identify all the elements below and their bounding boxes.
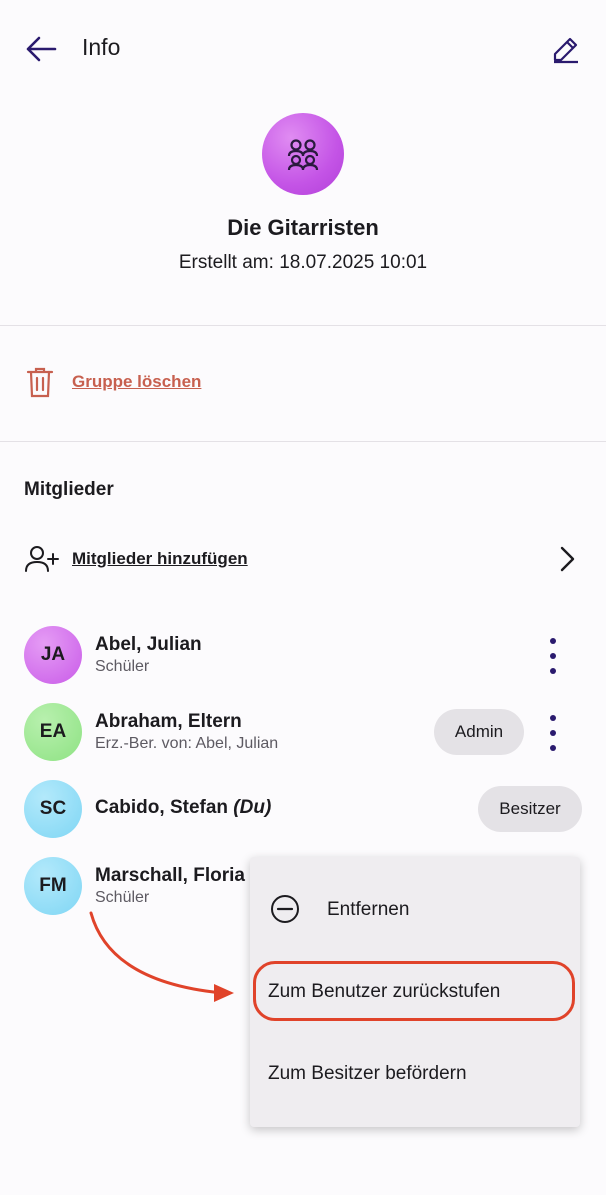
member-name: Abel, Julian (95, 634, 202, 655)
delete-group-label: Gruppe löschen (72, 372, 202, 391)
back-button[interactable] (20, 30, 62, 68)
avatar: FM (24, 857, 82, 915)
minus-circle-icon (271, 895, 299, 923)
role-badge-owner[interactable]: Besitzer (478, 786, 582, 832)
chevron-right-icon[interactable] (552, 544, 582, 574)
member-row[interactable]: JA Abel, Julian Schüler (0, 624, 606, 690)
trash-icon (26, 367, 54, 398)
member-row[interactable]: SC Cabido, Stefan (Du) Besitzer (0, 778, 606, 844)
created-label: Erstellt am: (178, 252, 274, 273)
edit-button[interactable] (545, 30, 587, 68)
member-name: Abraham, Eltern (95, 711, 242, 732)
member-row[interactable]: EA Abraham, Eltern Erz.-Ber. von: Abel, … (0, 701, 606, 767)
menu-item-remove[interactable]: Entfernen (250, 887, 580, 931)
avatar-initials: EA (39, 721, 67, 742)
add-person-icon (25, 546, 59, 572)
page-title: Info (82, 34, 121, 60)
divider (0, 441, 606, 442)
more-vert-icon[interactable] (543, 638, 563, 674)
created-date: Erstellt am: 18.07.2025 10:01 (0, 252, 606, 274)
menu-item-promote-label: Zum Besitzer befördern (268, 1063, 467, 1084)
member-name: Marschall, Floria (95, 865, 245, 886)
members-title: Mitglieder (24, 479, 114, 500)
arrow-left-icon (26, 36, 57, 62)
delete-group-button[interactable]: Gruppe löschen (26, 366, 201, 398)
member-role-text: Erz.-Ber. von: Abel, Julian (95, 735, 279, 752)
more-vert-icon[interactable] (543, 715, 563, 751)
role-badge-admin[interactable]: Admin (434, 709, 524, 755)
add-members-button[interactable]: Mitglieder hinzufügen (24, 544, 248, 574)
add-members-label: Mitglieder hinzufügen (72, 549, 248, 568)
avatar-initials: FM (39, 875, 67, 896)
avatar-initials: JA (40, 644, 66, 665)
avatar: SC (24, 780, 82, 838)
avatar: EA (24, 703, 82, 761)
divider (0, 325, 606, 326)
member-role-text: Schüler (95, 889, 150, 906)
created-value: 18.07.2025 10:01 (279, 252, 428, 273)
pencil-icon (553, 37, 578, 64)
avatar-initials: SC (39, 798, 67, 819)
group-avatar (262, 113, 344, 195)
avatar: JA (24, 626, 82, 684)
member-name-text: Cabido, Stefan (95, 797, 229, 818)
group-name: Die Gitarristen (227, 215, 379, 240)
self-indicator: (Du) (233, 797, 272, 818)
member-role-text: Schüler (95, 658, 150, 675)
group-icon (287, 139, 319, 171)
member-name: Cabido, Stefan (Du) (95, 797, 271, 819)
annotation-highlight (253, 961, 575, 1021)
menu-item-promote-to-owner[interactable]: Zum Besitzer befördern (250, 1051, 580, 1095)
menu-item-remove-label: Entfernen (327, 899, 410, 920)
